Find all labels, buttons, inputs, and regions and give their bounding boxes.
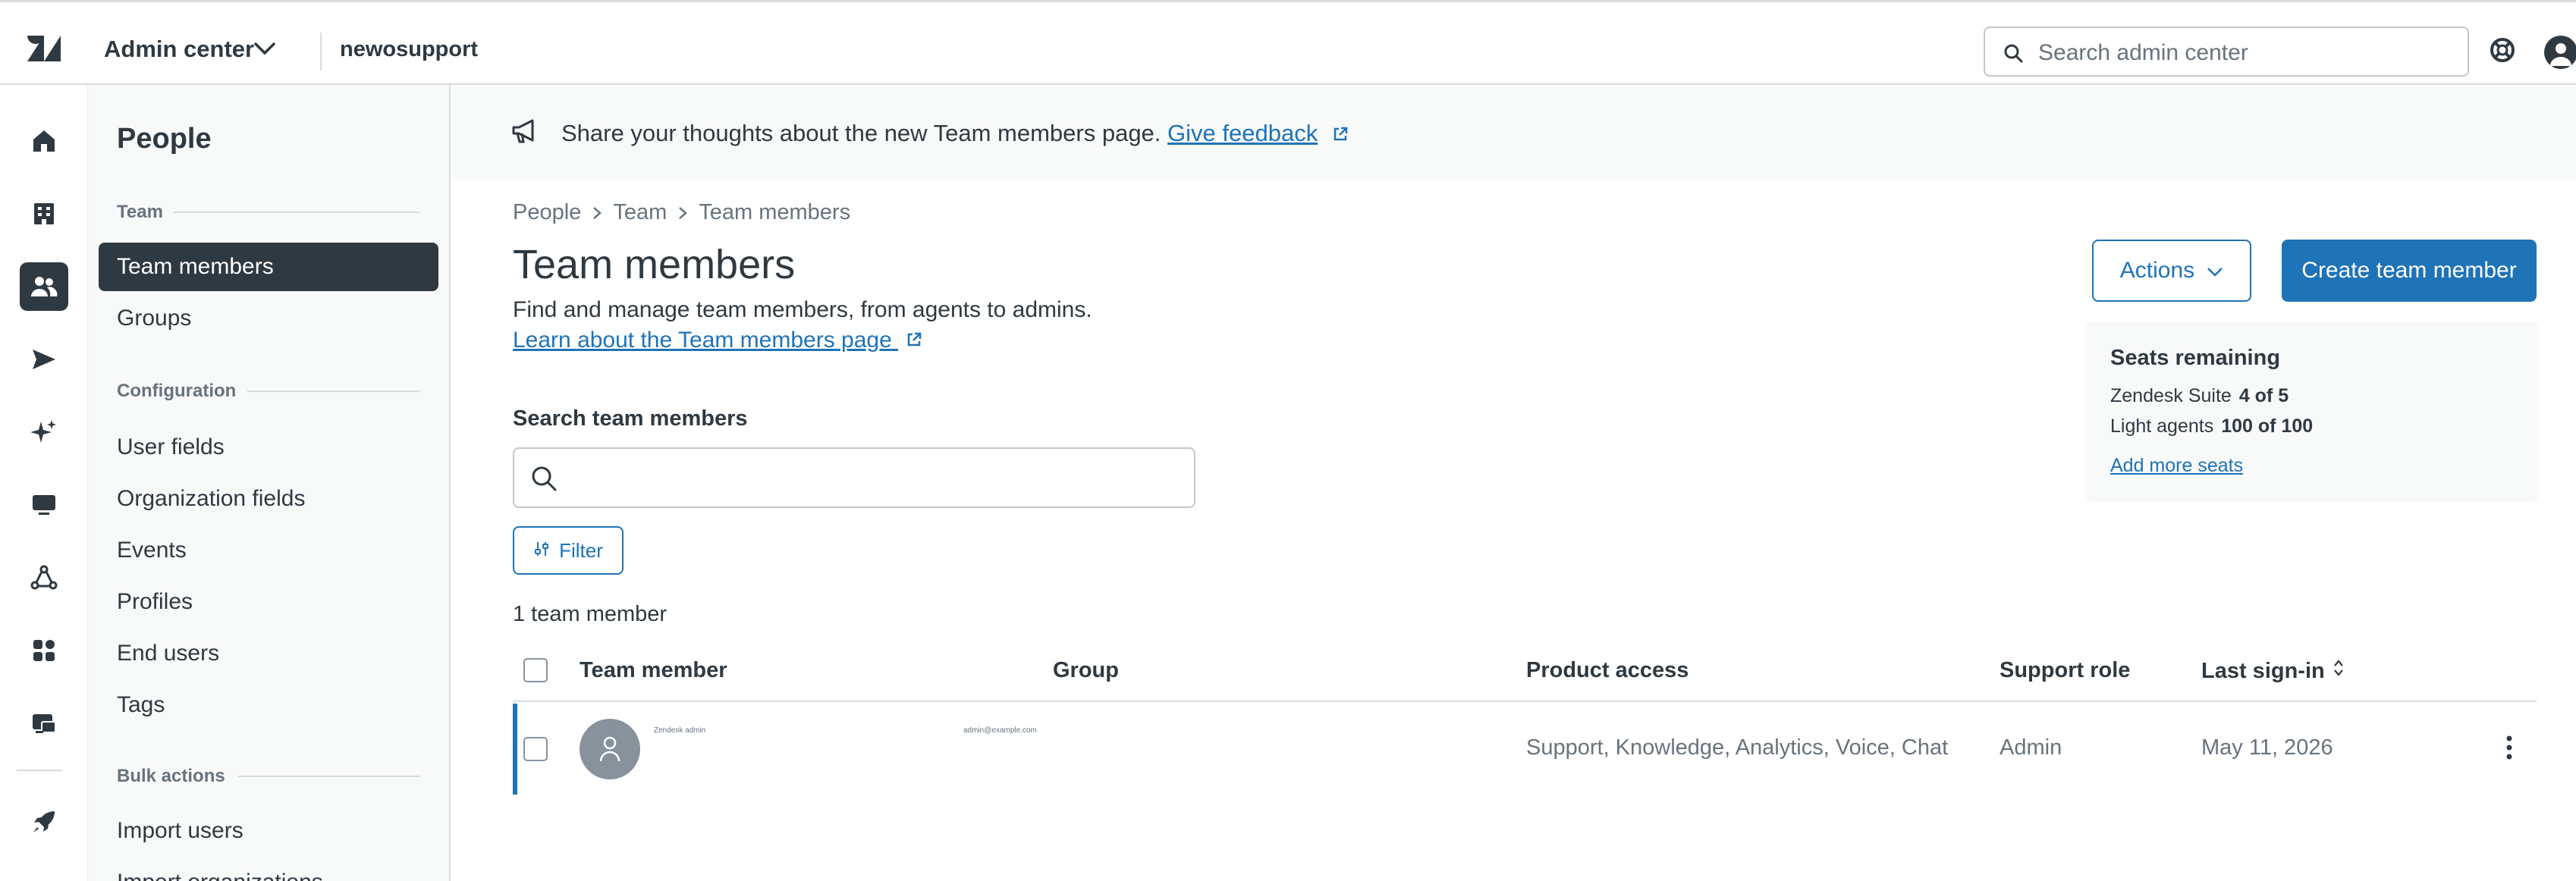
sidebar-section-bulk-actions: Bulk actions (117, 766, 225, 786)
sidebar-section-team: Team (117, 202, 163, 222)
row-overflow-menu-icon[interactable] (2505, 732, 2514, 767)
column-product-access: Product access (1526, 658, 1689, 682)
app-title[interactable]: Admin center (104, 36, 254, 63)
admin-search-input[interactable]: Search admin center (1984, 27, 2469, 77)
section-divider (238, 776, 420, 777)
product-rail (0, 85, 88, 881)
section-divider (247, 390, 420, 392)
row-checkbox[interactable] (523, 737, 548, 761)
page-title: Team members (513, 242, 796, 287)
team-member-product-access: Support, Knowledge, Analytics, Voice, Ch… (1526, 735, 1949, 760)
search-label: Search team members (513, 406, 748, 431)
column-support-role: Support role (2000, 658, 2131, 682)
sidebar-title: People (117, 123, 212, 155)
table-row[interactable]: Zendesk admin admin@example.com Support,… (513, 704, 2537, 795)
team-member-count: 1 team member (513, 602, 668, 626)
search-icon (2003, 43, 2023, 67)
actions-button[interactable]: Actions (2092, 240, 2251, 302)
search-team-members-input[interactable] (513, 447, 1195, 508)
sidebar-item-end-users[interactable]: End users (99, 629, 438, 678)
filter-button-label: Filter (559, 538, 603, 562)
breadcrumb: People Team Team members (513, 200, 850, 225)
seats-row-label: Light agents (2110, 415, 2214, 437)
search-icon (529, 464, 558, 497)
getting-started-rocket-icon[interactable] (20, 798, 68, 846)
rail-divider (17, 770, 62, 771)
table-header: Team member Group Product access Support… (513, 646, 2537, 702)
select-all-checkbox[interactable] (523, 658, 548, 682)
workspaces-monitor-icon[interactable] (20, 481, 68, 529)
sidebar-section-configuration: Configuration (117, 381, 237, 401)
top-bar: Admin center newosupport Search admin ce… (0, 0, 2576, 85)
channels-send-icon[interactable] (20, 335, 68, 384)
sidebar-item-events[interactable]: Events (99, 526, 438, 575)
create-team-member-button[interactable]: Create team member (2282, 240, 2537, 302)
chevron-right-icon (677, 205, 688, 221)
breadcrumb-people[interactable]: People (513, 200, 581, 225)
seats-remaining-card: Seats remaining Zendesk Suite 4 of 5 Ligh… (2086, 321, 2538, 502)
learn-about-link-text[interactable]: Learn about the Team members page (513, 328, 892, 353)
sidebar-item-import-users[interactable]: Import users (99, 807, 438, 855)
admin-search-placeholder: Search admin center (2038, 40, 2248, 65)
seats-row-light-agents: Light agents 100 of 100 (2110, 415, 2313, 437)
column-team-member: Team member (580, 658, 727, 682)
column-last-sign-in-label: Last sign-in (2201, 658, 2325, 683)
team-member-support-role: Admin (2000, 735, 2062, 760)
give-feedback-link[interactable]: Give feedback (1167, 120, 1318, 146)
seats-title: Seats remaining (2110, 346, 2281, 370)
sidebar-item-team-members[interactable]: Team members (99, 243, 438, 291)
team-member-name[interactable]: Zendesk admin (654, 726, 705, 735)
user-avatar-icon (580, 719, 640, 779)
account-card-icon[interactable] (20, 699, 68, 748)
add-more-seats-link[interactable]: Add more seats (2110, 455, 2243, 477)
ai-sparkle-icon[interactable] (20, 408, 68, 456)
column-group: Group (1053, 658, 1119, 682)
building-icon[interactable] (20, 190, 68, 238)
seats-row-label: Zendesk Suite (2110, 385, 2232, 406)
page-description: Find and manage team members, from agent… (513, 297, 1092, 322)
team-member-email: admin@example.com (963, 726, 1037, 735)
chevron-right-icon (592, 205, 602, 221)
section-divider (173, 212, 420, 213)
filter-sliders-icon (533, 539, 550, 563)
external-link-icon (906, 328, 922, 354)
sidebar-item-organization-fields[interactable]: Organization fields (99, 475, 438, 523)
actions-button-label: Actions (2119, 258, 2195, 283)
seats-row-suite: Zendesk Suite 4 of 5 (2110, 385, 2289, 407)
apps-integrations-icon[interactable] (20, 626, 68, 675)
divider (320, 33, 322, 71)
column-last-sign-in[interactable]: Last sign-in (2201, 658, 2345, 684)
breadcrumb-team-members: Team members (699, 200, 851, 224)
people-sidebar: People Team Team members Groups Configur… (88, 85, 451, 881)
user-avatar-icon[interactable] (2544, 36, 2576, 69)
sidebar-item-tags[interactable]: Tags (99, 681, 438, 729)
sidebar-item-profiles[interactable]: Profiles (99, 578, 438, 626)
zendesk-logo-icon[interactable] (27, 27, 61, 61)
chevron-down-icon[interactable] (253, 42, 276, 59)
megaphone-icon (511, 118, 539, 148)
chevron-down-icon (2207, 258, 2223, 284)
sidebar-item-groups[interactable]: Groups (99, 294, 438, 343)
breadcrumb-team[interactable]: Team (613, 200, 667, 225)
banner-text: Share your thoughts about the new Team m… (561, 120, 1349, 149)
external-link-icon (1332, 121, 1349, 149)
account-name: newosupport (340, 37, 479, 61)
sidebar-item-import-organizations[interactable]: Import organizations (99, 858, 438, 881)
team-member-last-sign-in: May 11, 2026 (2201, 735, 2333, 760)
home-icon[interactable] (20, 117, 68, 165)
filter-button[interactable]: Filter (513, 526, 624, 575)
seats-row-value: 4 of 5 (2238, 385, 2289, 406)
feedback-banner: Share your thoughts about the new Team m… (452, 86, 2576, 180)
seats-row-value: 100 of 100 (2221, 415, 2314, 437)
help-lifebuoy-icon[interactable] (2490, 37, 2515, 67)
banner-message: Share your thoughts about the new Team m… (561, 120, 1161, 146)
sidebar-item-user-fields[interactable]: User fields (99, 423, 438, 472)
objects-rules-icon[interactable] (20, 553, 68, 602)
learn-about-link[interactable]: Learn about the Team members page (513, 328, 922, 354)
sort-icon[interactable] (2333, 658, 2345, 684)
people-icon[interactable] (20, 262, 68, 311)
